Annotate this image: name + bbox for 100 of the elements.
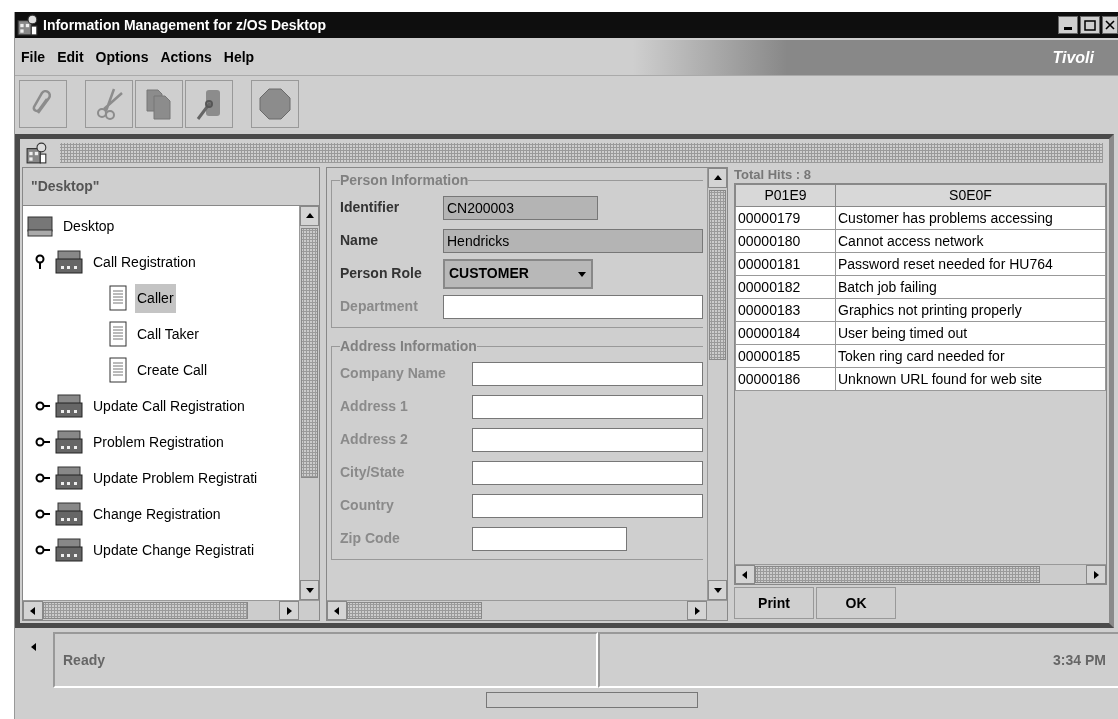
down-arrow-icon bbox=[304, 585, 315, 595]
left-arrow-icon bbox=[29, 642, 39, 652]
status-message: Ready bbox=[53, 632, 598, 688]
field-label: City/State bbox=[340, 463, 406, 482]
table-cell: 00000179 bbox=[735, 206, 836, 230]
tree-item[interactable]: Call Taker bbox=[135, 319, 201, 349]
right-arrow-icon bbox=[692, 605, 702, 616]
stop-icon bbox=[258, 87, 292, 121]
table-cell: Graphics not printing properly bbox=[835, 298, 1106, 322]
tree-item[interactable]: Desktop bbox=[61, 211, 117, 241]
drawer-icon bbox=[55, 394, 83, 418]
field-label: Zip Code bbox=[340, 529, 401, 548]
menu-item[interactable]: File bbox=[15, 47, 52, 68]
app-logo-icon bbox=[26, 142, 48, 164]
field-label: Country bbox=[340, 496, 395, 515]
scroll-down-button[interactable] bbox=[708, 580, 727, 600]
table-cell: User being timed out bbox=[835, 321, 1106, 345]
dialog-button[interactable]: OK bbox=[816, 587, 896, 619]
minimize-icon bbox=[1064, 27, 1072, 30]
collapsed-toggle-icon[interactable] bbox=[35, 437, 51, 447]
role-dropdown[interactable]: CUSTOMER bbox=[443, 258, 593, 289]
table-cell: 00000185 bbox=[735, 344, 836, 368]
table-cell: 00000182 bbox=[735, 275, 836, 299]
menu-item[interactable]: Actions bbox=[154, 47, 218, 68]
table-cell: Customer has problems accessing bbox=[835, 206, 1106, 230]
tree-item[interactable]: Problem Registration bbox=[91, 427, 226, 457]
tree-item[interactable]: Update Problem Registrati bbox=[91, 463, 260, 493]
minimize-button[interactable] bbox=[1058, 16, 1078, 34]
collapsed-toggle-icon[interactable] bbox=[35, 401, 51, 411]
section-title: Address Information bbox=[340, 337, 477, 356]
total-hits-label: Total Hits : 8 bbox=[734, 167, 813, 183]
tree-item[interactable]: Update Change Registrati bbox=[91, 535, 257, 565]
text-field[interactable]: Hendricks bbox=[443, 228, 703, 253]
brand-label: Tivoli bbox=[1052, 47, 1094, 68]
right-arrow-icon bbox=[284, 605, 294, 616]
document-icon bbox=[109, 285, 127, 311]
drawer-icon bbox=[55, 502, 83, 526]
dialog-button[interactable]: Print bbox=[734, 587, 814, 619]
status-time: 3:34 PM bbox=[598, 632, 1118, 688]
app-logo-icon bbox=[17, 14, 39, 36]
table-cell: 00000184 bbox=[735, 321, 836, 345]
scroll-right-button[interactable] bbox=[1086, 565, 1106, 584]
tree-item[interactable]: Caller bbox=[135, 283, 176, 313]
column-header[interactable]: S0E0F bbox=[835, 184, 1106, 207]
scroll-up-button[interactable] bbox=[300, 206, 319, 226]
scroll-up-button[interactable] bbox=[708, 168, 727, 188]
menu-item[interactable]: Edit bbox=[51, 47, 90, 68]
scroll-thumb[interactable] bbox=[43, 602, 248, 619]
scroll-down-button[interactable] bbox=[300, 580, 319, 600]
collapsed-toggle-icon[interactable] bbox=[35, 473, 51, 483]
field-label: Company Name bbox=[340, 364, 447, 383]
scroll-thumb[interactable] bbox=[301, 228, 318, 478]
table-cell: Password reset needed for HU764 bbox=[835, 252, 1106, 276]
menu-item[interactable]: Options bbox=[89, 47, 155, 68]
scroll-thumb[interactable] bbox=[347, 602, 482, 619]
table-cell: 00000181 bbox=[735, 252, 836, 276]
left-arrow-icon bbox=[28, 605, 38, 616]
column-header[interactable]: P01E9 bbox=[735, 184, 836, 207]
expanded-toggle-icon[interactable] bbox=[35, 254, 45, 270]
tree-item[interactable]: Call Registration bbox=[91, 247, 198, 277]
drawer-icon bbox=[55, 466, 83, 490]
table-cell: Batch job failing bbox=[835, 275, 1106, 299]
window-title: Information Management for z/OS Desktop bbox=[43, 15, 327, 35]
scroll-left-button[interactable] bbox=[327, 601, 347, 620]
collapsed-toggle-icon[interactable] bbox=[35, 509, 51, 519]
table-cell: Cannot access network bbox=[835, 229, 1106, 253]
close-button[interactable] bbox=[1102, 16, 1118, 34]
maximize-button[interactable] bbox=[1080, 16, 1100, 34]
field-label: Address 1 bbox=[340, 397, 409, 416]
table-cell: 00000186 bbox=[735, 367, 836, 391]
table-cell: Token ring card needed for bbox=[835, 344, 1106, 368]
up-arrow-icon bbox=[304, 211, 315, 221]
field-label: Department bbox=[340, 297, 419, 316]
maximize-icon bbox=[1084, 19, 1096, 31]
drawer-icon bbox=[55, 250, 83, 274]
collapsed-toggle-icon[interactable] bbox=[35, 545, 51, 555]
table-cell: 00000183 bbox=[735, 298, 836, 322]
scroll-right-button[interactable] bbox=[687, 601, 707, 620]
table-cell: 00000180 bbox=[735, 229, 836, 253]
tree-item[interactable]: Create Call bbox=[135, 355, 210, 385]
tree-item[interactable]: Change Registration bbox=[91, 499, 223, 529]
copy-icon bbox=[144, 87, 174, 121]
field-label: Name bbox=[340, 231, 380, 250]
left-arrow-icon bbox=[740, 569, 750, 580]
down-arrow-icon bbox=[712, 585, 723, 595]
scroll-thumb[interactable] bbox=[755, 566, 1040, 583]
table-cell: Unknown URL found for web site bbox=[835, 367, 1106, 391]
tree-item[interactable]: Update Call Registration bbox=[91, 391, 247, 421]
text-field[interactable]: CN200003 bbox=[443, 195, 598, 220]
scroll-left-button[interactable] bbox=[23, 601, 43, 620]
menu-item[interactable]: Help bbox=[217, 47, 261, 68]
drawer-icon bbox=[55, 538, 83, 562]
left-arrow-icon bbox=[332, 605, 342, 616]
scroll-thumb[interactable] bbox=[709, 190, 726, 360]
scroll-right-button[interactable] bbox=[279, 601, 299, 620]
section-title: Person Information bbox=[340, 171, 469, 190]
drawer-icon bbox=[55, 430, 83, 454]
close-icon bbox=[1105, 20, 1115, 30]
tray-icon bbox=[27, 215, 53, 237]
scroll-left-button[interactable] bbox=[735, 565, 755, 584]
